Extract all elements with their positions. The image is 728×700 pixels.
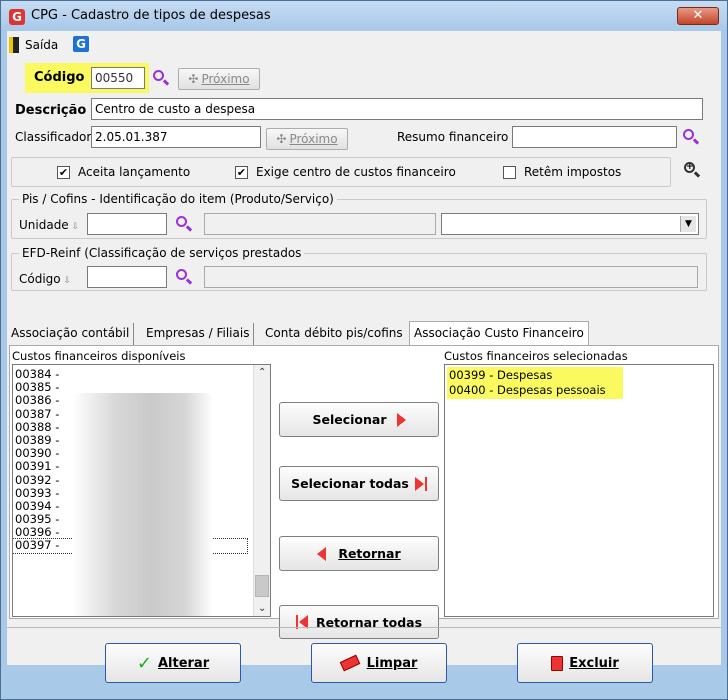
return-button[interactable]: Retornar xyxy=(279,536,439,571)
efd-codigo-label-text: Código xyxy=(19,272,61,286)
resumo-label: Resumo financeiro xyxy=(397,130,509,144)
classificador-input[interactable]: 2.05.01.387 xyxy=(91,126,261,148)
plus-icon: ✣ xyxy=(188,72,199,86)
g-logo-icon: G xyxy=(73,36,89,52)
codigo-next-button[interactable]: ✣ Próximo xyxy=(178,68,260,90)
descricao-label: Descrição xyxy=(15,103,87,118)
available-list[interactable]: 00384 - 00385 - 00386 - 00387 - 00388 - … xyxy=(12,364,271,617)
efd-codigo-label: Código ⇩ xyxy=(19,272,71,286)
exit-label: Saída xyxy=(25,38,59,52)
check-icon: ✓ xyxy=(136,652,152,674)
unidade-search-icon[interactable] xyxy=(175,215,193,233)
client-area: Saída G Código 00550 ✣ Próximo Descrição … xyxy=(7,31,721,683)
delete-button[interactable]: Excluir xyxy=(517,643,653,683)
list-item[interactable]: 00400 - Despesas pessoais xyxy=(447,383,606,398)
codigo-label: Código xyxy=(34,70,85,85)
main-window: G CPG - Cadastro de tipos de despesas ✕ … xyxy=(0,0,728,700)
codigo-input[interactable]: 00550 xyxy=(91,67,145,89)
chevron-down-icon[interactable]: ▼ xyxy=(680,216,696,232)
arrow-right-end-icon xyxy=(414,476,424,491)
eraser-icon xyxy=(339,654,360,672)
arrow-right-icon xyxy=(396,412,406,427)
available-list-title: Custos financeiros disponíveis xyxy=(12,349,186,363)
select-button-label: Selecionar xyxy=(312,412,387,427)
unidade-label: Unidade ⇩ xyxy=(19,218,79,232)
unidade-input[interactable] xyxy=(87,213,167,235)
checkbox-box xyxy=(503,165,516,179)
window-title: CPG - Cadastro de tipos de despesas xyxy=(31,8,271,23)
select-all-button-label: Selecionar todas xyxy=(291,476,409,491)
list-item[interactable]: 00399 - Despesas xyxy=(447,368,606,383)
efd-reinf-group-title: EFD-Reinf (Classificação de serviços pre… xyxy=(19,246,305,260)
g-button[interactable]: G xyxy=(73,36,89,52)
tab-conta-debito[interactable]: Conta débito pis/cofins xyxy=(261,323,407,345)
delete-button-label: Excluir xyxy=(569,655,619,671)
scrollbar-thumb[interactable] xyxy=(255,575,269,597)
arrow-left-icon xyxy=(317,546,327,561)
selected-list[interactable]: 00399 - Despesas 00400 - Despesas pessoa… xyxy=(444,364,714,617)
classificador-next-button[interactable]: ✣ Próximo xyxy=(266,128,348,150)
checkbox-label: Aceita lançamento xyxy=(78,165,191,179)
selected-list-title: Custos financeiros selecionadas xyxy=(444,349,628,363)
aceita-lancamento-checkbox[interactable]: ✔ Aceita lançamento xyxy=(57,165,190,179)
redacted-area xyxy=(73,393,213,616)
checkbox-box: ✔ xyxy=(57,165,70,179)
select-button[interactable]: Selecionar xyxy=(279,402,439,437)
lookup-arrow-icon: ⇩ xyxy=(68,222,80,232)
lookup-arrow-icon: ⇩ xyxy=(60,276,72,286)
checkbox-box: ✔ xyxy=(235,165,248,179)
tab-associacao-contabil[interactable]: Associação contábil xyxy=(7,323,135,345)
alter-button-label: Alterar xyxy=(157,655,210,671)
chevron-down-icon[interactable]: ⌄ xyxy=(258,603,266,614)
exit-door-icon xyxy=(9,37,19,53)
alter-button[interactable]: ✓ Alterar xyxy=(105,643,241,683)
resumo-input[interactable] xyxy=(512,126,677,148)
clear-button[interactable]: Limpar xyxy=(311,643,447,683)
plus-icon: ✣ xyxy=(276,132,287,146)
efd-codigo-search-icon[interactable] xyxy=(175,268,193,286)
app-logo-icon: G xyxy=(9,9,25,25)
exige-centro-custos-checkbox[interactable]: ✔ Exige centro de custos financeiro xyxy=(235,165,456,179)
select-all-button[interactable]: Selecionar todas xyxy=(279,466,439,501)
return-all-button[interactable]: Retornar todas xyxy=(279,605,439,639)
close-button[interactable]: ✕ xyxy=(677,7,719,25)
clear-button-label: Limpar xyxy=(366,655,418,671)
tab-empresas-filiais[interactable]: Empresas / Filiais xyxy=(142,323,255,345)
tab-associacao-custo-financeiro[interactable]: Associação Custo Financeiro xyxy=(409,321,589,347)
checkbox-label: Exige centro de custos financeiro xyxy=(256,165,456,179)
classificador-next-label: Próximo xyxy=(289,132,338,146)
resumo-search-icon[interactable] xyxy=(682,128,700,146)
return-button-label: Retornar xyxy=(338,546,401,561)
codigo-next-label: Próximo xyxy=(201,72,250,86)
unidade-label-text: Unidade xyxy=(19,218,69,232)
retem-impostos-checkbox[interactable]: Retêm impostos xyxy=(503,165,621,179)
trash-icon xyxy=(551,655,564,671)
classificador-label: Classificador xyxy=(15,130,92,144)
codigo-search-icon[interactable] xyxy=(152,69,170,87)
pis-cofins-select[interactable]: ▼ xyxy=(441,213,699,235)
divider xyxy=(7,627,721,628)
pis-cofins-group-title: Pis / Cofins - Identificação do item (Pr… xyxy=(19,192,337,206)
available-list-scrollbar[interactable]: ⌃ ⌄ xyxy=(253,365,270,616)
unidade-description-field xyxy=(204,213,436,235)
arrow-right-end-bar xyxy=(424,476,427,491)
tab-panel: Custos financeiros disponíveis 00384 - 0… xyxy=(9,345,719,639)
chevron-up-icon[interactable]: ⌃ xyxy=(258,367,266,378)
efd-description-field xyxy=(204,266,698,288)
zoom-in-icon[interactable]: + xyxy=(683,161,701,179)
exit-button[interactable]: Saída xyxy=(9,37,58,53)
title-bar[interactable]: G CPG - Cadastro de tipos de despesas ✕ xyxy=(1,1,727,31)
checkbox-label: Retêm impostos xyxy=(524,165,622,179)
descricao-input[interactable]: Centro de custo a despesa xyxy=(91,98,703,120)
efd-codigo-input[interactable] xyxy=(87,266,167,288)
